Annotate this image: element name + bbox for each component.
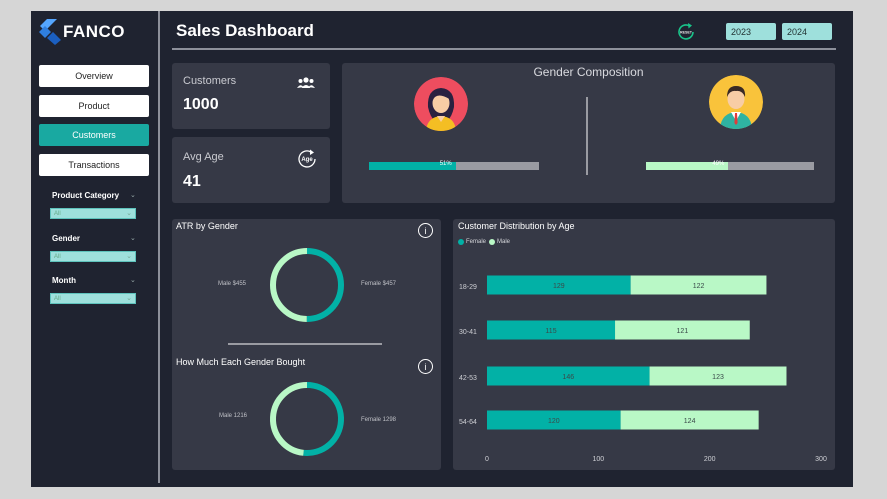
chevron-down-icon: ⌄: [126, 253, 132, 260]
month-select[interactable]: All ⌄: [50, 293, 136, 304]
category-label: 42-53: [459, 375, 477, 382]
kpi-label: Avg Age: [183, 151, 224, 163]
donut-slice-female: [306, 248, 344, 322]
brand-name: FANCO: [63, 22, 125, 41]
gender-bought-title: How Much Each Gender Bought: [176, 357, 306, 367]
product-category-label: Product Category: [52, 191, 120, 200]
female-avatar-icon: [414, 77, 468, 131]
kpi-label: Customers: [183, 75, 237, 87]
avg-age-kpi-card: Avg Age 41 Age: [172, 137, 330, 203]
nav-label: Transactions: [68, 160, 120, 170]
nav-transactions-button[interactable]: Transactions: [39, 154, 149, 176]
reset-icon[interactable]: RESET: [675, 21, 697, 43]
x-tick-label: 300: [815, 456, 827, 463]
nav-overview-button[interactable]: Overview: [39, 65, 149, 87]
people-icon: [297, 77, 315, 88]
year-label: 2024: [787, 26, 808, 37]
chevron-down-icon[interactable]: ⌄: [130, 234, 136, 242]
brand-logo: FANCO: [37, 18, 125, 46]
gender-composition-card: Gender Composition 51% 49%: [342, 63, 835, 203]
age-icon-text: Age: [301, 157, 313, 163]
category-label: 54-64: [459, 419, 477, 426]
sidebar: FANCO Overview Product Customers Transac…: [31, 11, 158, 487]
data-label: 129: [553, 283, 565, 290]
customers-kpi-card: Customers 1000: [172, 63, 330, 129]
category-label: 18-29: [459, 284, 477, 291]
select-value: All: [54, 254, 61, 260]
data-label: 122: [693, 283, 705, 290]
chevron-down-icon[interactable]: ⌄: [130, 191, 136, 199]
female-share-bar: 51%: [369, 161, 539, 170]
gender-divider: [586, 97, 588, 175]
age-bar-chart: 18-29 129 122 30-41 115 121 42-53 146 123 54-64 12…: [459, 275, 827, 463]
data-label: 121: [677, 328, 689, 335]
data-label: 123: [712, 374, 724, 381]
nav-label: Product: [78, 101, 110, 111]
age-distribution-card: Customer Distribution by Age Female Male…: [453, 219, 835, 470]
donut-slice-male: [270, 382, 308, 456]
product-category-select[interactable]: All ⌄: [50, 208, 136, 219]
donut-divider: [228, 343, 382, 345]
category-label: 30-41: [459, 329, 477, 336]
gender-composition-title: Gender Composition: [533, 65, 644, 79]
x-tick-label: 100: [592, 456, 604, 463]
x-tick-label: 0: [485, 456, 489, 463]
nav-customers-button[interactable]: Customers: [39, 124, 149, 146]
x-tick-label: 200: [704, 456, 716, 463]
reset-label: RESET: [680, 31, 693, 35]
male-avatar-icon: [709, 75, 763, 129]
data-label: 115: [545, 328, 556, 335]
bought-donut-chart: [270, 382, 344, 456]
info-icon[interactable]: i: [418, 359, 433, 374]
chevron-down-icon: ⌄: [126, 210, 132, 217]
data-label: 124: [684, 418, 696, 425]
donut-slice-male: [270, 248, 308, 322]
chevron-down-icon: ⌄: [126, 295, 132, 302]
kpi-value: 1000: [183, 96, 219, 113]
atr-female-label: Female $457: [361, 281, 397, 287]
data-label: 120: [548, 418, 560, 425]
atr-donut-chart: [270, 248, 344, 322]
nav-label: Customers: [72, 130, 116, 140]
year-label: 2023: [731, 26, 752, 37]
select-value: All: [54, 296, 61, 302]
title-divider: [172, 48, 836, 50]
info-icon[interactable]: i: [418, 223, 433, 238]
nav-label: Overview: [75, 71, 113, 81]
male-share-label: 49%: [712, 161, 725, 167]
gender-donuts-card: ATR by Gender i Male $455 Female $457 Ho…: [172, 219, 441, 470]
donut-slice-female: [303, 382, 344, 456]
bought-female-label: Female 1298: [361, 417, 397, 423]
data-label: 146: [562, 374, 574, 381]
month-label: Month: [52, 276, 76, 285]
atr-male-label: Male $455: [218, 281, 247, 287]
chevron-down-icon[interactable]: ⌄: [130, 276, 136, 284]
kpi-value: 41: [183, 173, 201, 190]
fanco-logo-icon: [39, 19, 61, 45]
age-icon: Age: [298, 149, 316, 168]
dashboard-frame: FANCO Overview Product Customers Transac…: [31, 11, 853, 487]
select-value: All: [54, 211, 61, 217]
gender-label: Gender: [52, 234, 81, 243]
year-2023-button[interactable]: 2023: [726, 23, 776, 40]
gender-select[interactable]: All ⌄: [50, 251, 136, 262]
female-share-label: 51%: [439, 161, 452, 167]
year-2024-button[interactable]: 2024: [782, 23, 832, 40]
atr-by-gender-title: ATR by Gender: [176, 221, 238, 231]
page-title: Sales Dashboard: [176, 21, 314, 40]
nav-product-button[interactable]: Product: [39, 95, 149, 117]
sidebar-divider: [158, 11, 160, 483]
male-share-bar: 49%: [646, 161, 814, 170]
bought-male-label: Male 1216: [219, 413, 248, 419]
